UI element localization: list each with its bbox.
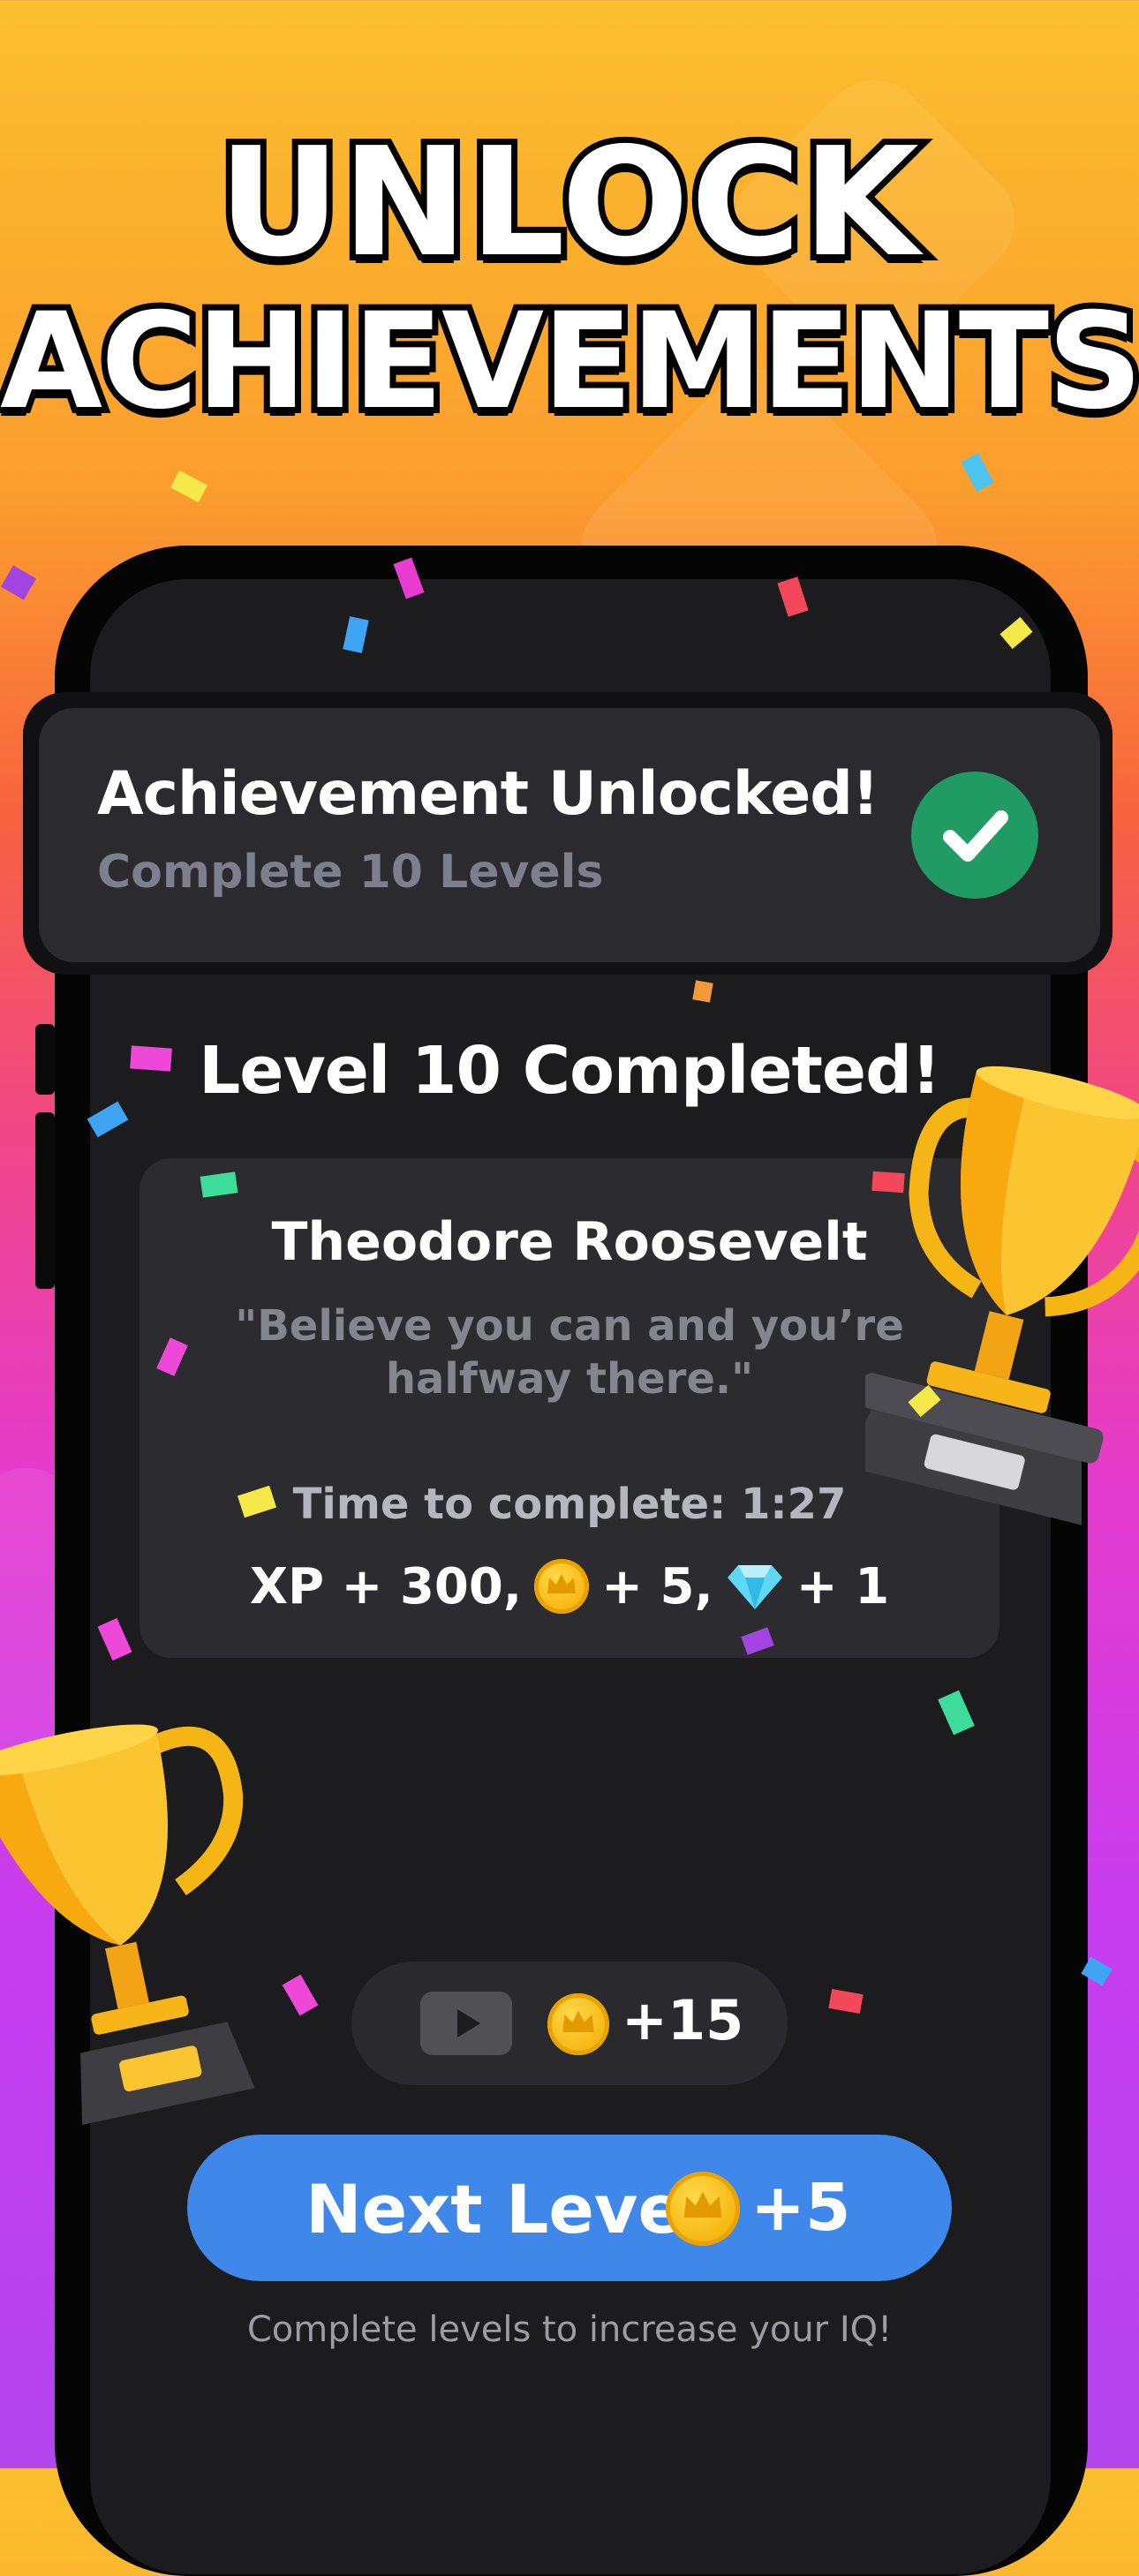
footer-hint: Complete levels to increase your IQ! <box>246 2309 893 2350</box>
gem-icon <box>727 1565 782 1609</box>
coin-crown-icon <box>534 1559 590 1614</box>
headline-line-2: ACHIEVEMENTS <box>0 285 1139 439</box>
trophy-icon <box>865 1066 1139 1525</box>
coin-reward: + 5, <box>601 1557 713 1616</box>
next-level-label: Next Level <box>305 2170 707 2248</box>
achievement-subtitle: Complete 10 Levels <box>97 846 604 899</box>
confetti-piece <box>692 980 713 1003</box>
phone-side-button <box>35 1112 55 1289</box>
check-icon <box>911 772 1038 899</box>
video-reward-amount: +15 <box>622 1988 744 2053</box>
confetti-piece <box>130 1045 172 1072</box>
headline-line-1: UNLOCK <box>212 116 925 290</box>
achievement-title: Achievement Unlocked! <box>97 759 879 829</box>
coin-crown-icon <box>666 2172 740 2246</box>
confetti-piece <box>170 470 208 503</box>
play-icon <box>420 1992 512 2055</box>
quote-text: "Believe you can and you’re halfway ther… <box>235 1301 904 1404</box>
confetti-piece <box>1 565 36 600</box>
next-level-reward-amount: +5 <box>751 2170 851 2246</box>
confetti-piece <box>961 453 994 492</box>
xp-reward: XP + 300, <box>249 1557 523 1616</box>
trophy-icon <box>0 1724 255 2126</box>
coin-crown-icon <box>547 1993 609 2055</box>
confetti-piece <box>871 1171 905 1194</box>
